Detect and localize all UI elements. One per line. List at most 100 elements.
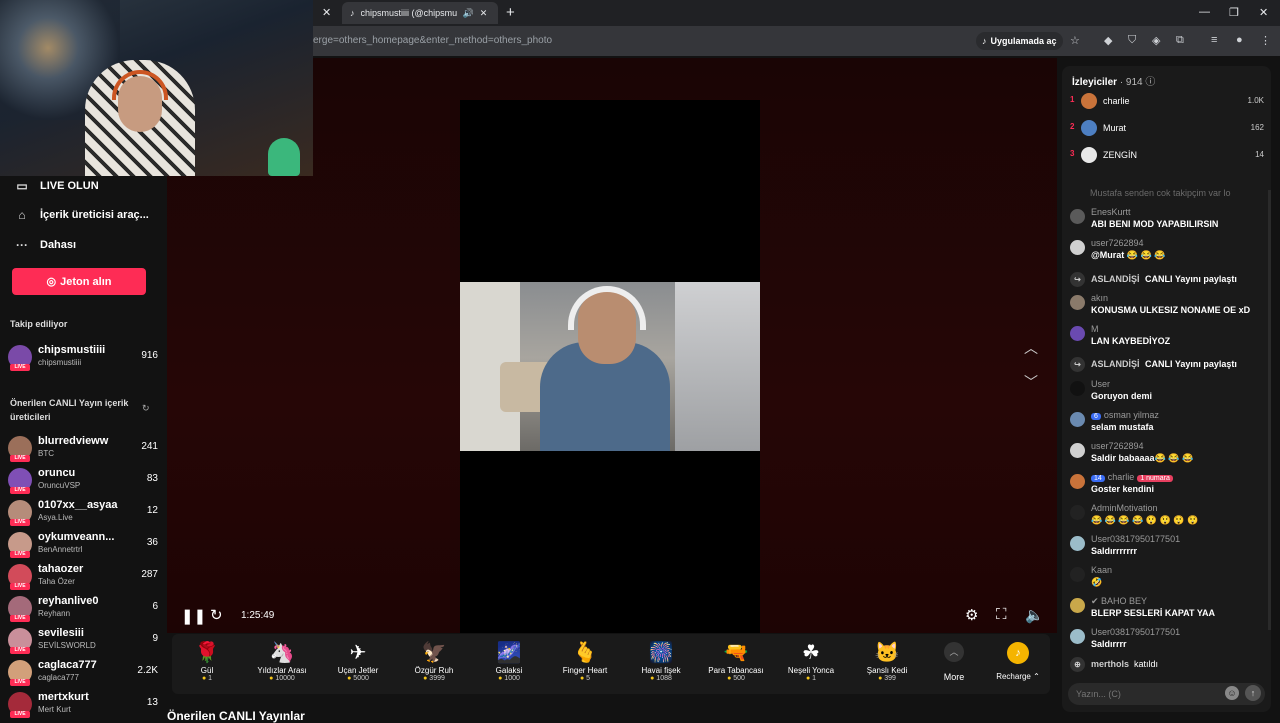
gift-item[interactable]: 🌹 Gül1 [169, 640, 245, 682]
emoji-icon[interactable]: ☺ [1225, 686, 1239, 700]
nav-go-live[interactable]: ▭ LIVE OLUN [14, 179, 98, 193]
close-tab-icon[interactable]: ✕ [480, 8, 488, 19]
minimize-icon[interactable]: — [1199, 6, 1210, 18]
chat-input[interactable] [1076, 686, 1216, 702]
get-coins-button[interactable]: ◎ Jeton alın [12, 268, 146, 295]
gift-item[interactable]: ☘ Neşeli Yonca1 [773, 640, 849, 682]
more-gifts-button[interactable]: ︿ More [932, 640, 976, 682]
fullscreen-icon[interactable]: ⛶ [996, 606, 1007, 623]
browser-menu-icon[interactable]: ⋮ [1260, 34, 1271, 47]
media-control-icon[interactable]: ≡ [1211, 34, 1217, 46]
gift-price: 1 [169, 675, 245, 682]
viewer-count: 241 [141, 441, 158, 452]
gift-item[interactable]: 🫰 Finger Heart5 [547, 640, 623, 682]
chat-username[interactable]: AdminMotivation [1091, 503, 1158, 513]
sidebar-account[interactable]: LIVE blurredvieww BTC 241 [8, 433, 158, 462]
chat-username[interactable]: ASLANDİŞİ [1091, 359, 1140, 369]
chat-user-line: 14 charlie 1 numara [1091, 472, 1176, 482]
avatar [1070, 567, 1085, 582]
more-gifts-label: More [943, 672, 965, 682]
extension-icon[interactable]: ◈ [1152, 34, 1160, 47]
chat-scrollbar[interactable] [1268, 190, 1271, 630]
profile-avatar-icon[interactable]: ● [1236, 34, 1243, 46]
gift-price: 5000 [320, 675, 396, 682]
next-stream-chevron-down-icon[interactable]: ﹀ [1024, 372, 1038, 392]
open-in-app-button[interactable]: ♪ Uygulamada aç [976, 32, 1063, 50]
shield-extension-icon[interactable]: ⛉ [1128, 34, 1136, 47]
chat-username[interactable]: M [1091, 324, 1099, 334]
recharge-button[interactable]: ♪ Recharge ⌃ [993, 642, 1043, 681]
gift-price: 399 [849, 675, 925, 682]
sidebar-account[interactable]: LIVE mertxkurt Mert Kurt 13 [8, 689, 158, 718]
gift-item[interactable]: ✈ Uçan Jetler5000 [320, 640, 396, 682]
top-viewer-score: 14 [1255, 150, 1264, 159]
chat-username[interactable]: Kaan [1091, 565, 1112, 575]
gift-item[interactable]: 🦅 Özgür Ruh3999 [396, 640, 472, 682]
chat-user-line: AdminMotivation [1091, 503, 1158, 513]
refresh-icon[interactable]: ↻ [210, 606, 223, 624]
pause-icon[interactable]: ❚❚ [181, 607, 206, 625]
top-viewer-name: charlie [1103, 96, 1130, 106]
extension-icon[interactable]: ◆ [1104, 34, 1112, 47]
chat-username[interactable]: osman yilmaz [1104, 410, 1159, 420]
refresh-icon[interactable]: ↻ [142, 403, 150, 414]
gift-icon: 🌌 [496, 642, 522, 664]
sidebar-account[interactable]: LIVE oruncu OruncuVSP 83 [8, 465, 158, 494]
more-dots-icon: ··· [16, 238, 28, 252]
sidebar-account[interactable]: LIVE chipsmustiiii chipsmustiiii 916 [8, 342, 158, 371]
speaker-icon[interactable]: 🔊 [463, 8, 474, 19]
chat-username[interactable]: charlie [1108, 472, 1135, 482]
sidebar-account[interactable]: LIVE reyhanlive0 Reyhann 6 [8, 593, 158, 622]
viewers-header[interactable]: İzleyiciler · 914 ⓘ [1072, 73, 1155, 88]
chat-username[interactable]: user7262894 [1091, 238, 1144, 248]
volume-icon[interactable]: 🔈 [1025, 606, 1044, 624]
account-name: tahaozer [38, 563, 84, 575]
live-badge: LIVE [10, 455, 30, 462]
previous-stream-chevron-up-icon[interactable]: ︿ [1024, 338, 1038, 358]
sidebar-account[interactable]: LIVE 0107xx__asyaa Asya.Live 12 [8, 497, 158, 526]
bookmark-star-icon[interactable]: ☆ [1070, 34, 1080, 47]
active-tab-title: chipsmustiiii (@chipsmusti [360, 8, 457, 18]
chat-user-line: User03817950177501 [1091, 627, 1180, 637]
chat-username[interactable]: user7262894 [1091, 441, 1144, 451]
close-window-icon[interactable]: ✕ [1259, 6, 1268, 19]
viewer-count: 9 [152, 633, 158, 644]
gift-item[interactable]: 🐱 Şanslı Kedi399 [849, 640, 925, 682]
chat-username[interactable]: User03817950177501 [1091, 534, 1180, 544]
chat-username[interactable]: merthols [1091, 659, 1129, 669]
new-tab-icon[interactable]: + [506, 4, 515, 21]
level-badge: 14 [1091, 475, 1105, 482]
chat-username[interactable]: akın [1091, 293, 1108, 303]
chat-username[interactable]: User03817950177501 [1091, 627, 1180, 637]
gift-item[interactable]: 🌌 Galaksi1000 [471, 640, 547, 682]
chat-username[interactable]: EnesKurtt [1091, 207, 1131, 217]
info-icon[interactable]: ⓘ [1145, 77, 1155, 88]
chat-text: Goster kendini [1091, 484, 1155, 494]
url-text[interactable]: erge=others_homepage&enter_method=others… [313, 35, 552, 46]
gift-item[interactable]: 🔫 Para Tabancası500 [698, 640, 774, 682]
active-tab[interactable]: ♪ chipsmustiiii (@chipsmusti 🔊 ✕ [342, 2, 498, 24]
nav-creator-tools[interactable]: ⌂ İçerik üreticisi araç... [14, 208, 148, 222]
gift-item[interactable]: 🦄 Yıldızlar Arası10000 [244, 640, 320, 682]
send-arrow-icon[interactable]: ↑ [1245, 685, 1261, 701]
gift-price: 3999 [396, 675, 472, 682]
close-tab-icon[interactable]: ✕ [322, 6, 331, 19]
chat-username[interactable]: ASLANDİŞİ [1091, 274, 1140, 284]
sidebar-account[interactable]: LIVE tahaozer Taha Özer 287 [8, 561, 158, 590]
top-viewer-row[interactable]: 1 charlie 1.0K [1070, 93, 1264, 109]
account-handle: BenAnnetrtrl [38, 545, 83, 554]
rank-badge: 1 numara [1137, 475, 1173, 482]
maximize-icon[interactable]: ❐ [1229, 6, 1239, 19]
avatar [1070, 598, 1085, 613]
puzzle-extensions-icon[interactable]: ⧉ [1176, 34, 1184, 47]
chat-username[interactable]: User [1091, 379, 1110, 389]
sidebar-account[interactable]: LIVE sevilesiii SEVİLSWORLD 9 [8, 625, 158, 654]
chat-username[interactable]: ✔ BAHO BEY [1091, 596, 1147, 606]
sidebar-account[interactable]: LIVE oykumveann... BenAnnetrtrl 36 [8, 529, 158, 558]
settings-gear-icon[interactable]: ⚙ [965, 606, 978, 624]
nav-more[interactable]: ··· Dahası [14, 238, 76, 252]
gift-item[interactable]: 🎆 Havai fişek1088 [623, 640, 699, 682]
top-viewer-row[interactable]: 2 Murat 162 [1070, 120, 1264, 136]
top-viewer-row[interactable]: 3 ZENGİN 14 [1070, 147, 1264, 163]
sidebar-account[interactable]: LIVE caglaca777 caglaca777 2.2K [8, 657, 158, 686]
